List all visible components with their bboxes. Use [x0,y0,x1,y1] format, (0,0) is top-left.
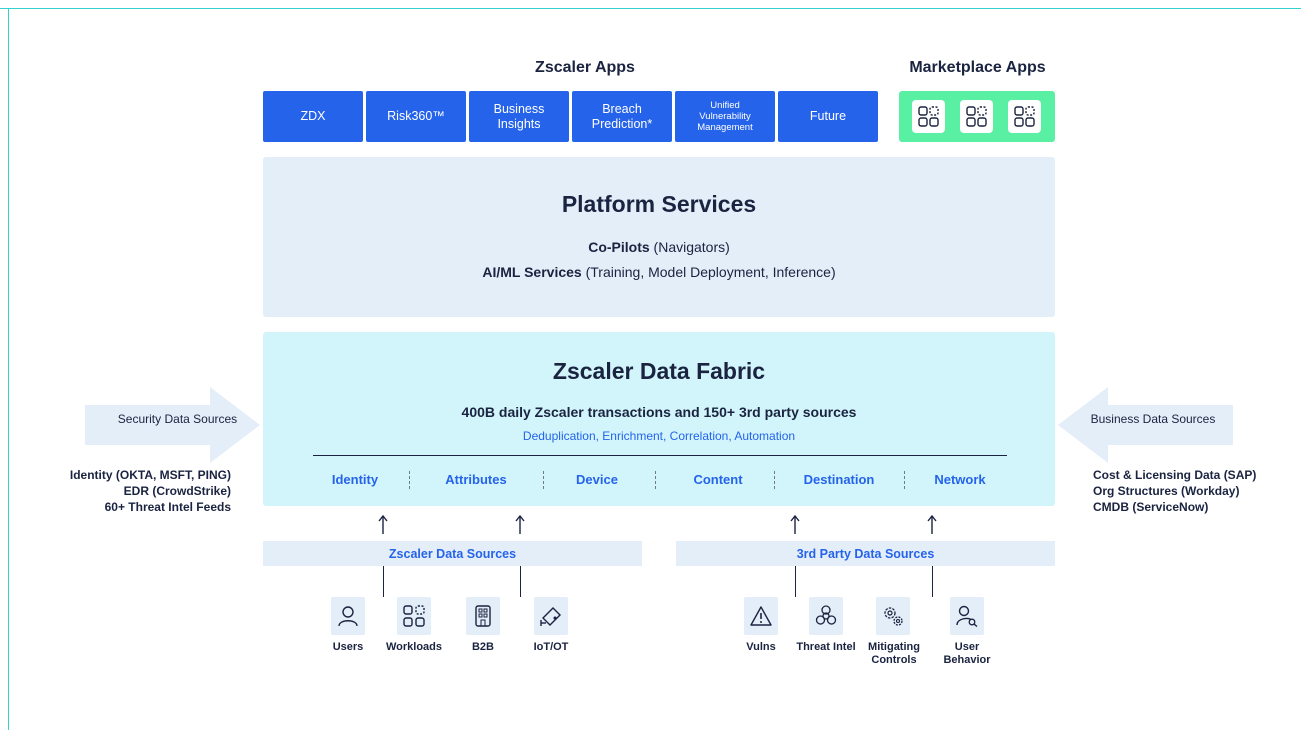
arrow-up-icon [515,514,525,534]
category-network: Network [934,472,986,487]
biohazard-icon [809,597,843,635]
platform-services-title: Platform Services [561,191,757,217]
source-label-user-behavior: User Behavior [943,641,991,666]
app-tile-uvm: Unified Vulnerability Management [675,91,775,142]
security-sources-arrow: Security Data Sources [85,387,260,463]
aiml-services-line: AI/ML Services (Training, Model Deployme… [263,264,1055,280]
frame-border-top [0,8,1301,9]
source-label-mitigating-controls: Mitigating Controls [868,641,920,666]
category-identity: Identity [331,472,379,487]
user-icon [331,597,365,635]
camera-iot-icon [534,597,568,635]
connector-line [520,566,521,597]
frame-border-left [8,8,9,730]
source-label-users: Users [332,641,364,653]
app-grid-icon [1008,100,1041,133]
divider [313,455,1007,456]
warning-icon [744,597,778,635]
category-device: Device [576,472,618,487]
app-tile-label: Unified Vulnerability Management [697,100,753,133]
category-separator [409,471,410,489]
app-tile-future: Future [778,91,878,142]
category-separator [774,471,775,489]
marketplace-apps-box [899,91,1055,142]
data-fabric-title: Zscaler Data Fabric [552,358,766,384]
source-label-iot-ot: IoT/OT [533,641,569,653]
arrow-up-icon [378,514,388,534]
list-item: Cost & Licensing Data (SAP) [1093,468,1257,482]
app-tile-zdx: ZDX [263,91,363,142]
data-fabric-box: Zscaler Data Fabric 400B daily Zscaler t… [263,332,1055,506]
app-tile-breach-prediction: Breach Prediction* [572,91,672,142]
business-sources-list: Cost & Licensing Data (SAP) Org Structur… [1093,467,1293,515]
b2b-building-icon [466,597,500,635]
aiml-label: AI/ML Services [482,264,582,280]
workloads-icon [397,597,431,635]
app-tile-business-insights: Business Insights [469,91,569,142]
app-tile-label: Business Insights [493,101,545,131]
data-fabric-processing: Deduplication, Enrichment, Correlation, … [522,429,796,443]
business-sources-label: Business Data Sources [1090,412,1216,426]
source-label-vulns: Vulns [746,641,776,653]
zscaler-apps-title: Zscaler Apps [535,59,635,76]
user-search-icon [950,597,984,635]
arrow-up-icon [790,514,800,534]
security-sources-list: Identity (OKTA, MSFT, PING) EDR (CrowdSt… [40,467,231,515]
app-tile-label: Breach Prediction* [591,101,653,131]
co-pilots-line: Co-Pilots (Navigators) [263,239,1055,255]
category-destination: Destination [803,472,875,487]
list-item: Identity (OKTA, MSFT, PING) [69,468,231,482]
category-separator [655,471,656,489]
category-separator [904,471,905,489]
source-label-workloads: Workloads [385,641,443,653]
data-fabric-subtitle: 400B daily Zscaler transactions and 150+… [461,404,857,420]
category-attributes: Attributes [445,472,507,487]
third-party-data-sources-bar: 3rd Party Data Sources [676,541,1055,566]
platform-services-box: Platform Services Co-Pilots (Navigators)… [263,157,1055,317]
security-sources-label: Security Data Sources [117,412,238,426]
business-sources-arrow: Business Data Sources [1058,387,1233,463]
source-label-b2b: B2B [471,641,494,653]
connector-line [383,566,384,597]
category-content: Content [693,472,743,487]
connector-line [795,566,796,597]
app-grid-icon [960,100,993,133]
list-item: Org Structures (Workday) [1093,484,1240,498]
connector-line [932,566,933,597]
aiml-detail: (Training, Model Deployment, Inference) [581,264,836,280]
arrow-up-icon [927,514,937,534]
category-separator [543,471,544,489]
list-item: EDR (CrowdStrike) [123,484,231,498]
list-item: CMDB (ServiceNow) [1093,500,1209,514]
app-tile-risk360: Risk360™ [366,91,466,142]
source-label-threat-intel: Threat Intel [796,641,856,653]
gears-icon [876,597,910,635]
app-grid-icon [912,100,945,133]
co-pilots-label: Co-Pilots [588,239,650,255]
co-pilots-detail: (Navigators) [649,239,730,255]
zscaler-data-sources-bar: Zscaler Data Sources [263,541,642,566]
marketplace-apps-title: Marketplace Apps [909,59,1046,76]
list-item: 60+ Threat Intel Feeds [104,500,231,514]
